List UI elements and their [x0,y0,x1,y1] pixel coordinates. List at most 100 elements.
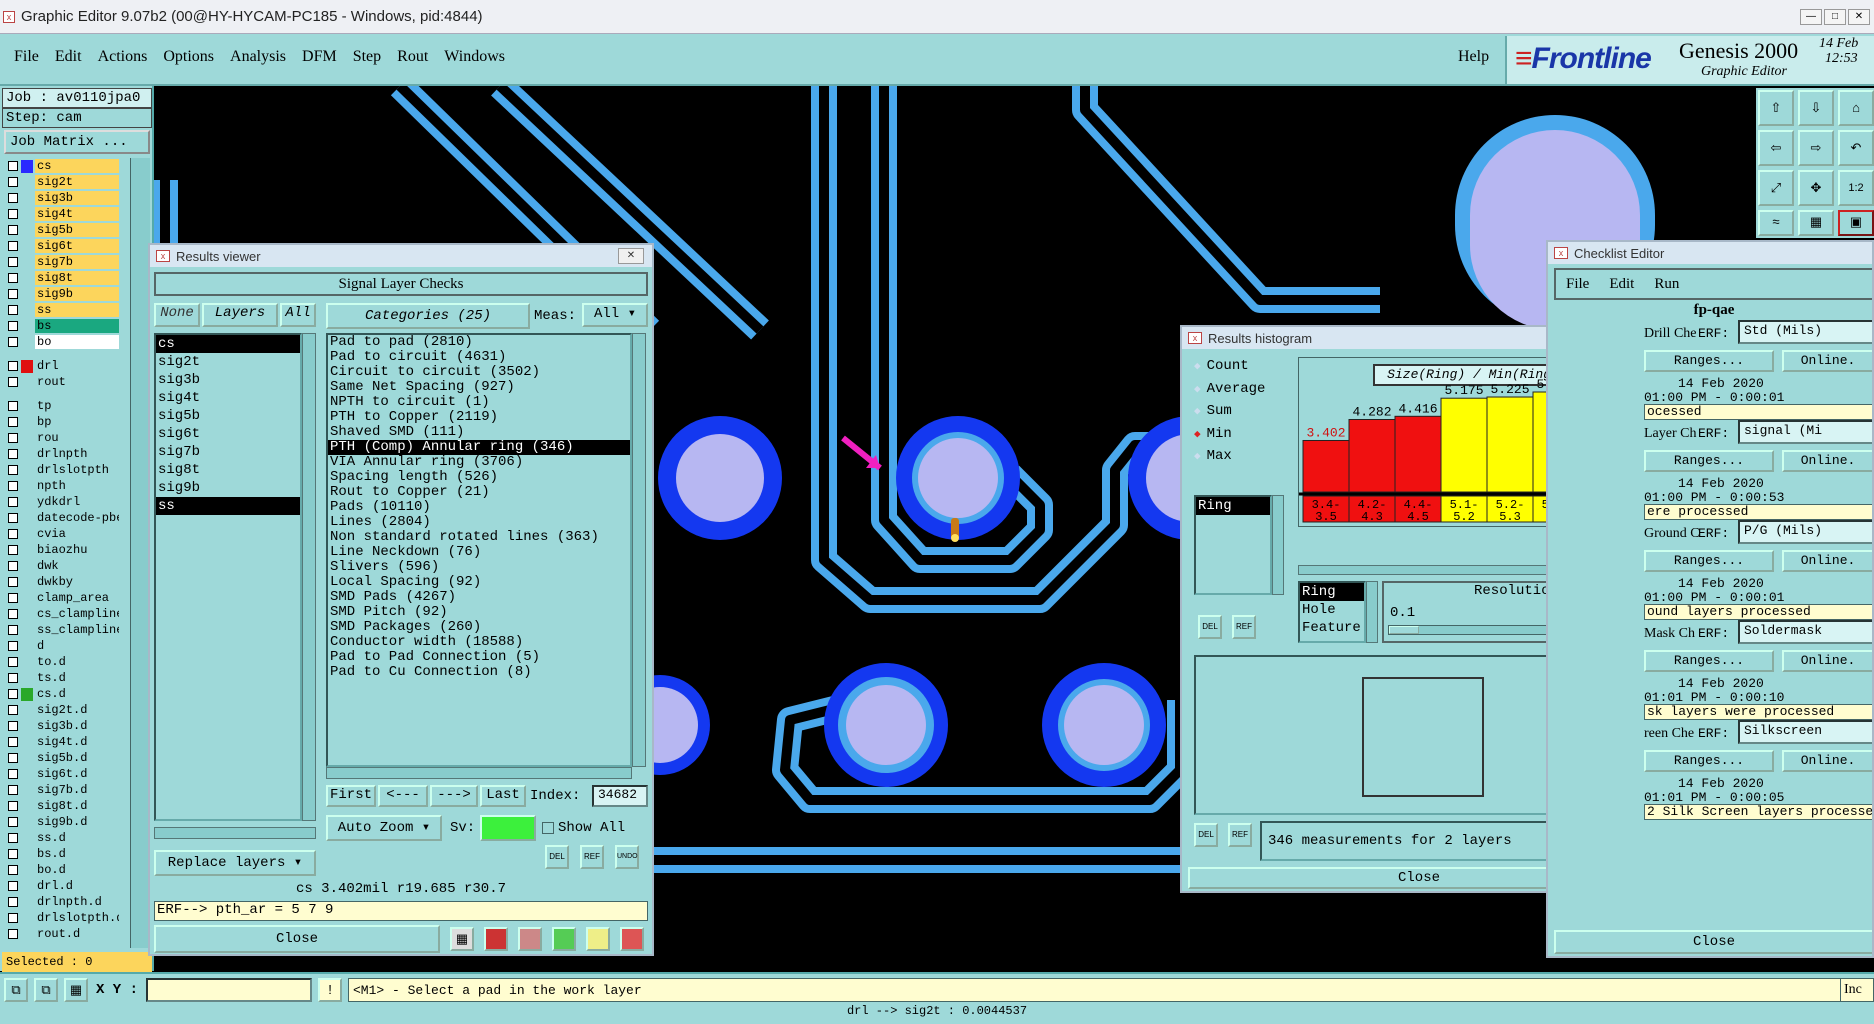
layer-checkbox[interactable] [8,449,18,459]
stat-option-sum[interactable]: ◆ Sum [1188,400,1292,423]
layer-checkbox[interactable] [8,609,18,619]
layer-checkbox[interactable] [8,785,18,795]
menu-help[interactable]: Help [1458,48,1489,66]
undo-icon[interactable]: UNDO [615,845,639,869]
center-icon[interactable]: ✥ [1798,170,1834,206]
list-item[interactable]: Feature [1300,619,1364,637]
list-item[interactable]: ss [156,497,300,515]
checklist-menu-run[interactable]: Run [1644,276,1689,293]
category-item[interactable]: SMD Packages (260) [328,620,630,635]
category-item[interactable]: Conductor width (18588) [328,635,630,650]
layer-row[interactable]: sig8t.d [2,798,124,814]
category-scrollbar[interactable] [632,333,646,767]
category-item[interactable]: SMD Pads (4267) [328,590,630,605]
category-item[interactable]: PTH to Copper (2119) [328,410,630,425]
histogram-icon[interactable] [620,927,644,951]
layer-row[interactable]: sig4t.d [2,734,124,750]
layer-row[interactable]: bp [2,414,124,430]
feature-scrollbar[interactable] [1366,581,1378,643]
category-item[interactable]: SMD Pitch (92) [328,605,630,620]
layer-checkbox[interactable] [8,433,18,443]
layer-checkbox[interactable] [8,881,18,891]
layer-row[interactable]: bo [2,334,124,350]
layer-row[interactable]: drlnpth [2,446,124,462]
layer-checkbox[interactable] [8,833,18,843]
layer-checkbox[interactable] [8,577,18,587]
menu-edit[interactable]: Edit [47,48,90,66]
layer-row[interactable]: sig7b [2,254,124,270]
category-item[interactable]: Line Neckdown (76) [328,545,630,560]
layer-row[interactable]: cs.d [2,686,124,702]
category-item[interactable]: Pad to Cu Connection (8) [328,665,630,680]
erf-field[interactable]: signal (Mi [1738,420,1872,444]
online-button[interactable]: Online. [1782,750,1872,772]
category-item[interactable]: Rout to Copper (21) [328,485,630,500]
histogram-bar[interactable] [1302,439,1350,493]
del-icon[interactable]: DEL [1194,823,1218,847]
categories-button[interactable]: Categories (25) [326,303,530,329]
category-item[interactable]: Pad to pad (2810) [328,335,630,350]
stat-option-average[interactable]: ◆ Average [1188,378,1292,401]
layer-row[interactable]: bo.d [2,862,124,878]
layer-checkbox[interactable] [8,897,18,907]
layer-checkbox[interactable] [8,377,18,387]
none-button[interactable]: None [154,303,200,327]
menu-actions[interactable]: Actions [90,48,156,66]
layer-checkbox[interactable] [8,273,18,283]
layer-row[interactable]: to.d [2,654,124,670]
layer-row[interactable]: sig3b.d [2,718,124,734]
auto-zoom-dropdown[interactable]: Auto Zoom ▾ [326,815,442,841]
layer-checkbox[interactable] [8,913,18,923]
attribute-scrollbar[interactable] [1272,495,1284,595]
menu-dfm[interactable]: DFM [294,48,345,66]
layer-row[interactable]: cs [2,158,124,174]
category-item[interactable]: VIA Annular ring (3706) [328,455,630,470]
list-item[interactable]: sig9b [156,479,300,497]
menu-step[interactable]: Step [345,48,389,66]
layer-checkbox[interactable] [8,625,18,635]
ranges-button[interactable]: Ranges... [1644,650,1774,672]
checklist-row[interactable]: Mask Ch ERF: Soldermask Ranges... Online. 14 … [1548,620,1872,720]
layer-checkbox[interactable] [8,289,18,299]
ranges-button[interactable]: Ranges... [1644,550,1774,572]
all-button[interactable]: All [280,303,316,327]
close-icon[interactable]: ✕ [1848,9,1870,25]
category-item[interactable]: Spacing length (526) [328,470,630,485]
layer-checkbox[interactable] [8,401,18,411]
menu-options[interactable]: Options [155,48,222,66]
online-button[interactable]: Online. [1782,350,1872,372]
layer-row[interactable]: d [2,638,124,654]
ref-icon[interactable]: REF [580,845,604,869]
list-item[interactable]: Hole [1300,601,1364,619]
layer-checkbox[interactable] [8,305,18,315]
layer-checkbox[interactable] [8,721,18,731]
category-item[interactable]: Lines (2804) [328,515,630,530]
histogram-bar[interactable] [1440,397,1488,493]
layer-row[interactable]: drl.d [2,878,124,894]
layer-checkbox[interactable] [8,865,18,875]
online-button[interactable]: Online. [1782,650,1872,672]
meas-dropdown[interactable]: All ▾ [582,303,648,327]
category-item[interactable]: Shaved SMD (111) [328,425,630,440]
layer-checkbox[interactable] [8,225,18,235]
layer-checkbox[interactable] [8,657,18,667]
list-item[interactable]: cs [156,335,300,353]
layer-checkbox[interactable] [8,321,18,331]
online-button[interactable]: Online. [1782,550,1872,572]
menu-file[interactable]: File [6,48,47,66]
layer-row[interactable]: drlslotpth [2,462,124,478]
layer-row[interactable]: sig6t.d [2,766,124,782]
layer-row[interactable]: sig7b.d [2,782,124,798]
layer-row[interactable]: dwk [2,558,124,574]
list-item[interactable]: sig3b [156,371,300,389]
layer-checkbox[interactable] [8,705,18,715]
layer-row[interactable]: npth [2,478,124,494]
layer-row[interactable]: bs.d [2,846,124,862]
ref-icon[interactable]: REF [1232,615,1256,639]
layer-row[interactable]: ss.d [2,830,124,846]
stat-option-count[interactable]: ◆ Count [1188,355,1292,378]
erf-field[interactable]: Soldermask [1738,620,1872,644]
prev-button[interactable]: <--- [378,785,428,807]
layer-checkbox[interactable] [8,513,18,523]
ranges-button[interactable]: Ranges... [1644,750,1774,772]
